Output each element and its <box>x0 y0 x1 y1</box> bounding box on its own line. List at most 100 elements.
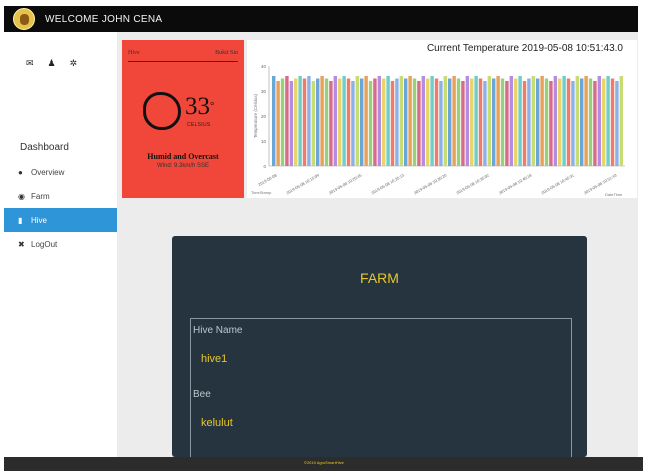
x-tick-label: 2019-05-08 10:45:31 <box>540 172 575 195</box>
weather-location-right: Bukit Sin <box>215 50 238 56</box>
weather-header: Hive Bukit Sin <box>128 50 238 56</box>
chart-bar <box>575 76 580 166</box>
chart-bar <box>593 81 597 166</box>
user-icon[interactable]: ♟ <box>48 58 56 69</box>
y-tick-label: 30 <box>261 89 267 94</box>
hive-name-label: Hive Name <box>193 325 243 336</box>
y-tick-label: 0 <box>263 164 266 169</box>
chart-bar <box>324 78 329 166</box>
chart-bar <box>360 78 364 166</box>
sidebar-item-label: LogOut <box>31 239 58 249</box>
envelope-icon[interactable]: ✉ <box>26 58 34 69</box>
cloud-icon <box>143 92 181 130</box>
chart-bar <box>412 78 417 166</box>
y-axis-label: Temperature (Celsius) <box>253 93 258 138</box>
chart-bar <box>496 76 500 166</box>
globe-icon: ● <box>18 167 23 177</box>
chart-bar <box>492 78 496 166</box>
temperature-bar-chart: 0 10 20 30 40 Temperature (Celsius) 2019-05-08… <box>251 64 625 197</box>
chart-bar <box>294 78 298 166</box>
bee-label: Bee <box>193 389 211 400</box>
chart-bar <box>505 81 509 166</box>
chart-bar <box>500 78 505 166</box>
sidebar-item-overview[interactable]: ● Overview <box>4 160 117 184</box>
chart-bar <box>307 76 311 166</box>
weather-wind: Wind: 9.3km/h SSE <box>156 163 210 169</box>
chart-bar <box>430 76 434 166</box>
chart-bar <box>461 81 465 166</box>
top-bar: WELCOME JOHN CENA <box>4 6 638 32</box>
chart-bar <box>456 78 461 166</box>
x-axis-label-left: TimeStamp <box>251 190 272 195</box>
chart-bar <box>606 76 610 166</box>
farm-icon: ◉ <box>18 191 25 201</box>
x-axis-label-right: DateTime <box>605 192 623 197</box>
chart-bar <box>338 78 342 166</box>
chart-bar <box>597 76 602 166</box>
chart-bar <box>527 78 531 166</box>
sidebar-section-title: Dashboard <box>20 142 69 153</box>
chart-bar <box>285 76 289 166</box>
chart-bar <box>320 76 324 166</box>
sidebar-item-label: Overview <box>31 167 65 177</box>
sidebar-item-label: Farm <box>31 191 50 201</box>
chart-bar <box>487 76 492 166</box>
chart-bar <box>514 78 518 166</box>
chart-bar <box>522 81 527 166</box>
x-tick-label: 2019-05-08 10:30:20 <box>413 172 448 195</box>
chart-bar <box>417 81 421 166</box>
weather-divider <box>128 61 238 62</box>
degree-symbol: ° <box>210 100 215 112</box>
chart-bar <box>386 76 390 166</box>
chart-bar <box>610 78 615 166</box>
chart-bar <box>399 76 404 166</box>
chart-bar <box>364 76 368 166</box>
y-tick-label: 20 <box>261 114 267 119</box>
chart-bar <box>474 76 478 166</box>
chart-bar <box>571 81 575 166</box>
x-tick-label: 2019-05-08 10:20:45 <box>328 172 363 195</box>
chart-bar <box>509 76 514 166</box>
chart-bar <box>408 76 412 166</box>
chart-bar <box>351 81 355 166</box>
chart-bar <box>439 81 443 166</box>
sidebar-item-logout[interactable]: ✖ LogOut <box>4 232 117 256</box>
chart-bar <box>549 81 553 166</box>
chart-bar <box>443 76 448 166</box>
chart-bar <box>395 78 399 166</box>
sidebar-item-label: Hive <box>31 215 48 225</box>
chart-bar <box>302 78 307 166</box>
chart-bar <box>421 76 426 166</box>
sidebar-item-farm[interactable]: ◉ Farm <box>4 184 117 208</box>
chart-bar <box>602 78 606 166</box>
chart-bar <box>342 76 346 166</box>
gear-icon[interactable]: ✲ <box>70 58 78 69</box>
footer: ©2019 AgroSmartHive <box>4 457 643 471</box>
chart-bar <box>531 76 536 166</box>
weather-condition: Humid and Overcast <box>147 152 219 161</box>
hive-name-field[interactable]: hive1 <box>201 353 227 365</box>
sidebar-item-hive[interactable]: ▮ Hive <box>4 208 117 232</box>
chart-bar <box>566 78 571 166</box>
bee-field[interactable]: kelulut <box>201 417 233 429</box>
chart-bar <box>558 78 562 166</box>
chart-bar <box>540 76 544 166</box>
chart-bar <box>465 76 470 166</box>
chart-bar <box>562 76 566 166</box>
chart-bar <box>588 78 593 166</box>
chart-bar <box>426 78 430 166</box>
temperature-chart-panel: Current Temperature 2019-05-08 10:51:43.… <box>247 40 637 198</box>
chart-bar <box>316 78 320 166</box>
chart-bar <box>289 81 294 166</box>
chart-bar <box>580 78 584 166</box>
x-tick-label: 2019-05-08 10:15:09 <box>285 172 320 195</box>
temperature-value: 33 <box>185 93 210 120</box>
chart-bar <box>377 76 382 166</box>
weather-location-left: Hive <box>128 50 140 56</box>
chart-bar <box>619 76 624 166</box>
farm-title: FARM <box>360 270 399 286</box>
farm-form: Hive Name hive1 Bee kelulut <box>190 318 572 464</box>
chart-bar <box>470 78 474 166</box>
chart-bar <box>483 81 487 166</box>
chart-bar <box>448 78 452 166</box>
